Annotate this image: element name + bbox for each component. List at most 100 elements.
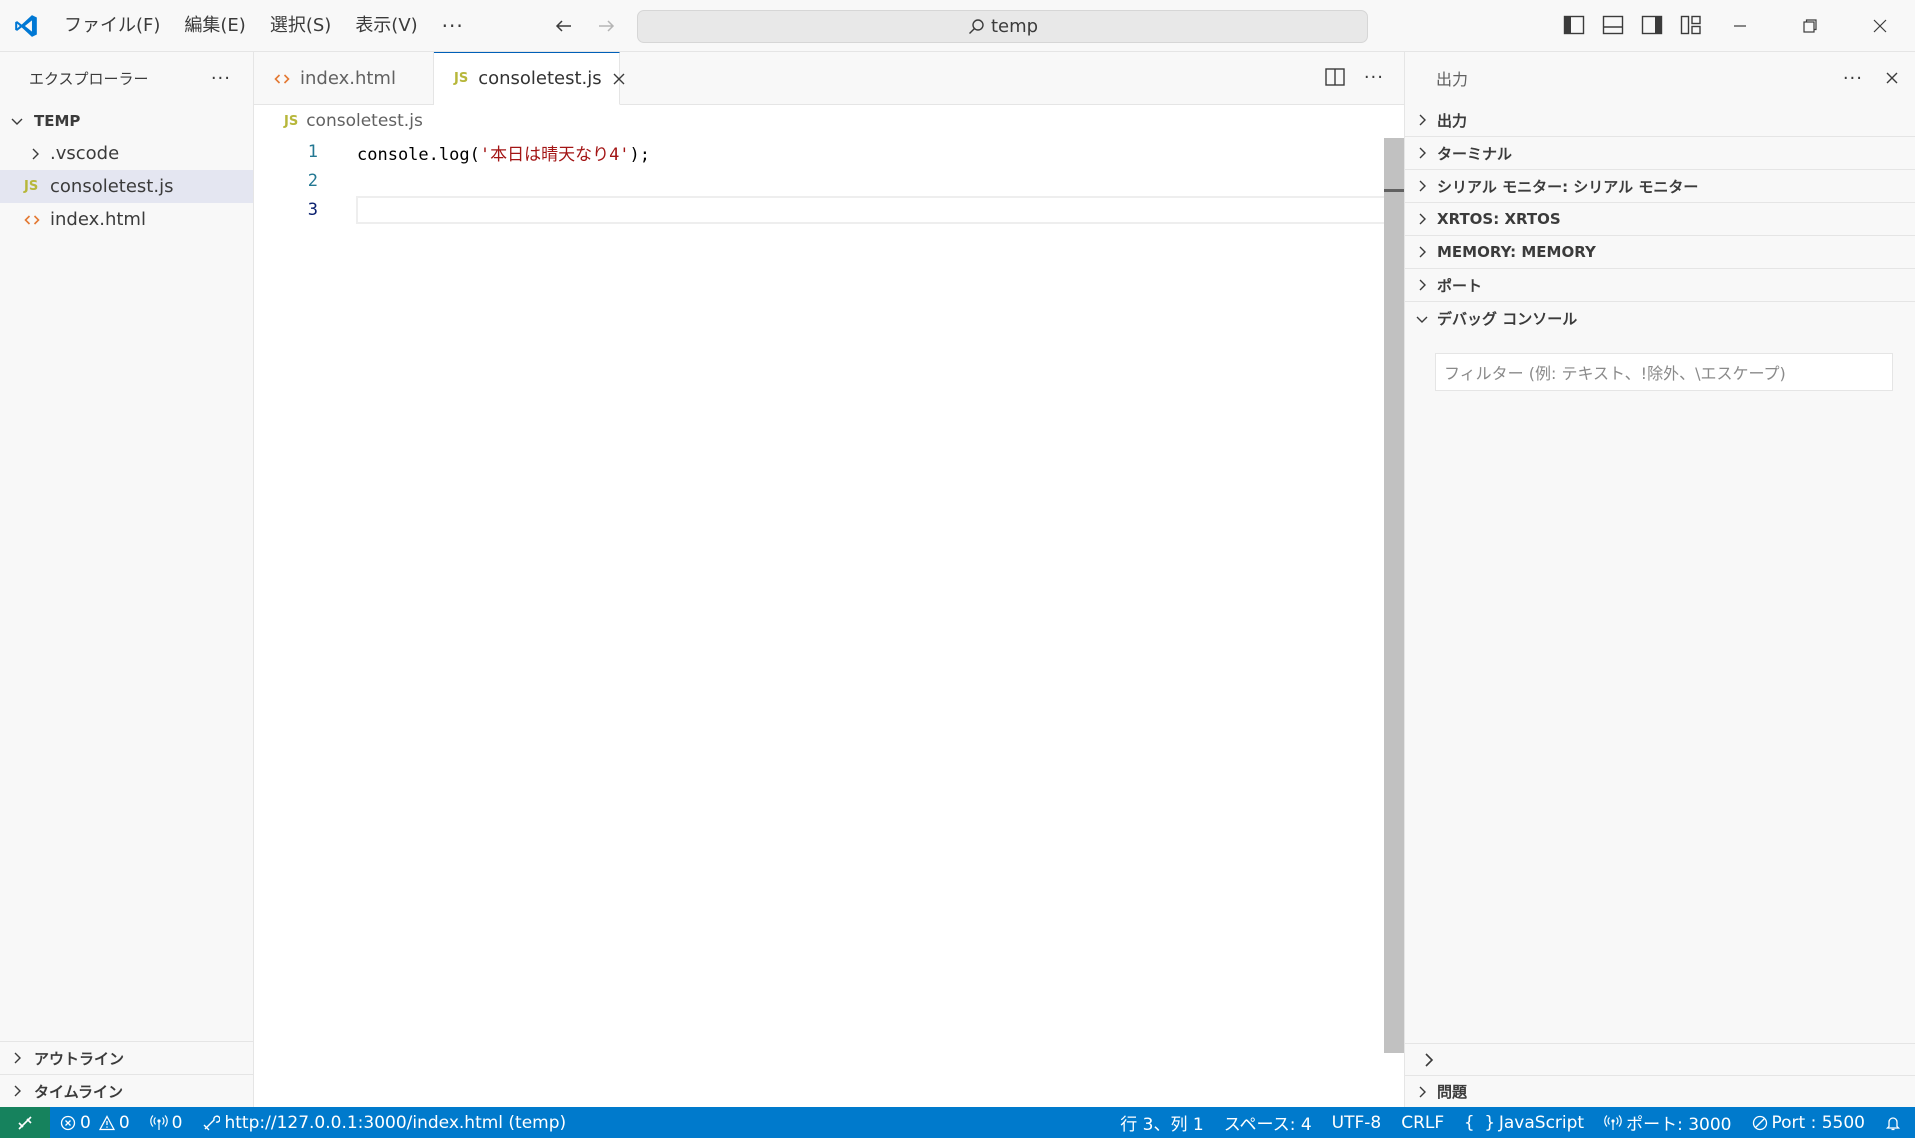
line-number: 3 xyxy=(307,200,318,220)
debug-console-repl-input[interactable] xyxy=(1405,1043,1915,1075)
tab-consoletest-js[interactable]: JS consoletest.js xyxy=(434,52,625,105)
editor-more-button[interactable]: ··· xyxy=(1364,67,1384,88)
warning-icon xyxy=(98,1114,115,1131)
tab-index-html[interactable]: index.html xyxy=(254,52,434,105)
toggle-primary-sidebar-icon[interactable] xyxy=(1562,13,1586,37)
string-token: '本日は晴天なり4' xyxy=(479,144,630,165)
outline-section[interactable]: アウトライン xyxy=(0,1041,253,1074)
command-center-search[interactable]: temp xyxy=(637,10,1368,43)
menu-edit[interactable]: 編集(E) xyxy=(172,8,257,44)
language-label: JavaScript xyxy=(1498,1112,1585,1133)
search-icon xyxy=(967,18,985,36)
toggle-panel-icon[interactable] xyxy=(1601,13,1625,37)
panel-section-terminal[interactable]: ターミナル xyxy=(1405,137,1915,170)
breadcrumb-file[interactable]: consoletest.js xyxy=(306,111,423,131)
tree-item-index-html[interactable]: index.html xyxy=(0,203,253,236)
panel-section-serial-monitor[interactable]: シリアル モニター: シリアル モニター xyxy=(1405,170,1915,203)
folder-root-label: TEMP xyxy=(34,111,81,130)
html-file-icon xyxy=(24,212,52,228)
forwarded-ports-count: 0 xyxy=(171,1112,183,1133)
folder-root[interactable]: TEMP xyxy=(0,104,253,137)
menu-more-button[interactable]: ··· xyxy=(430,8,476,44)
panel-section-xrtos[interactable]: XRTOS: XRTOS xyxy=(1405,203,1915,236)
panel-section-label: ポート xyxy=(1437,276,1483,295)
panel-section-label: ターミナル xyxy=(1437,144,1513,163)
menu-file[interactable]: ファイル(F) xyxy=(52,8,172,44)
panel-section-debug-console[interactable]: デバッグ コンソール xyxy=(1405,302,1915,335)
explorer-more-button[interactable]: ··· xyxy=(211,68,231,89)
tree-item-label: .vscode xyxy=(50,143,120,164)
chevron-right-icon xyxy=(1411,109,1433,131)
menu-view[interactable]: 表示(V) xyxy=(343,8,429,44)
live-preview-status[interactable]: http://127.0.0.1:3000/index.html (temp) xyxy=(192,1107,576,1138)
status-bar: 0 0 0 http://127.0.0.1:3000/index.html (… xyxy=(0,1107,1915,1138)
explorer-sidebar: エクスプローラー ··· TEMP .vscode JS consoletest… xyxy=(0,52,254,1107)
code-text: console.log('本日は晴天なり4'); xyxy=(357,140,650,165)
debug-console-filter-input[interactable]: フィルター (例: テキスト、!除外、\エスケープ) xyxy=(1435,353,1893,391)
eol-status[interactable]: CRLF xyxy=(1391,1107,1454,1138)
indentation-status[interactable]: スペース: 4 xyxy=(1214,1107,1322,1138)
chevron-right-icon xyxy=(24,143,46,165)
minimize-icon[interactable] xyxy=(1705,0,1775,52)
line-number: 2 xyxy=(307,171,318,191)
timeline-section[interactable]: タイムライン xyxy=(0,1074,253,1107)
code-editor[interactable]: 1 console.log('本日は晴天なり4'); 2 3 xyxy=(254,136,1384,1107)
chevron-down-icon xyxy=(1411,308,1433,330)
tree-item-vscode-folder[interactable]: .vscode xyxy=(0,137,253,170)
chevron-right-icon xyxy=(1411,274,1433,296)
close-panel-icon[interactable] xyxy=(1885,71,1899,85)
port-5500-label: Port : 5500 xyxy=(1771,1112,1866,1133)
js-file-icon: JS xyxy=(284,113,299,129)
problems-status[interactable]: 0 0 xyxy=(50,1107,140,1138)
toggle-secondary-sidebar-icon[interactable] xyxy=(1640,13,1664,37)
customize-layout-icon[interactable] xyxy=(1679,13,1703,37)
back-arrow-icon[interactable] xyxy=(550,12,578,40)
js-file-icon: JS xyxy=(454,71,469,86)
panel-section-problems[interactable]: 問題 xyxy=(1405,1075,1915,1107)
tab-label: consoletest.js xyxy=(478,68,602,89)
js-file-icon: JS xyxy=(24,179,39,194)
forwarded-ports-status[interactable]: 0 xyxy=(140,1107,193,1138)
chevron-right-icon xyxy=(1411,241,1433,263)
notifications-bell-icon[interactable] xyxy=(1875,1107,1915,1138)
split-editor-icon[interactable] xyxy=(1324,66,1346,88)
close-icon[interactable] xyxy=(612,68,626,90)
circle-slash-icon xyxy=(1752,1115,1768,1131)
language-mode-status[interactable]: { } JavaScript xyxy=(1454,1107,1594,1138)
tree-item-consoletest-js[interactable]: JS consoletest.js xyxy=(0,170,253,203)
restore-icon[interactable] xyxy=(1775,0,1845,52)
editor-scrollbar[interactable] xyxy=(1384,138,1404,1053)
live-server-icon xyxy=(202,1114,221,1132)
cursor-position-status[interactable]: 行 3、列 1 xyxy=(1110,1107,1213,1138)
code-line: 1 console.log('本日は晴天なり4'); xyxy=(254,138,1384,166)
panel-section-label: 問題 xyxy=(1437,1083,1468,1101)
error-icon xyxy=(60,1115,76,1131)
forward-arrow-icon[interactable] xyxy=(592,12,620,40)
live-preview-url: http://127.0.0.1:3000/index.html (temp) xyxy=(224,1112,567,1133)
chevron-down-icon xyxy=(6,110,28,132)
port-5500-status[interactable]: Port : 5500 xyxy=(1742,1107,1876,1138)
tab-label: index.html xyxy=(300,68,396,89)
braces-icon: { } xyxy=(1464,1112,1495,1133)
chevron-right-icon xyxy=(6,1047,28,1069)
panel-section-output[interactable]: 出力 xyxy=(1405,104,1915,137)
port-3000-status[interactable]: ポート: 3000 xyxy=(1594,1107,1741,1138)
remote-indicator-icon[interactable] xyxy=(0,1107,50,1138)
command-center-label: temp xyxy=(990,16,1039,37)
title-bar: ファイル(F) 編集(E) 選択(S) 表示(V) ··· temp xyxy=(0,0,1915,52)
vscode-logo-icon xyxy=(0,0,52,52)
menu-selection[interactable]: 選択(S) xyxy=(258,8,343,44)
encoding-status[interactable]: UTF-8 xyxy=(1322,1107,1392,1138)
editor-tabs: index.html JS consoletest.js ··· xyxy=(254,52,1404,105)
timeline-label: タイムライン xyxy=(34,1082,123,1101)
panel-title: 出力 xyxy=(1436,70,1469,89)
error-count: 0 xyxy=(80,1112,91,1133)
scrollbar-cursor-marker xyxy=(1384,189,1404,192)
panel-more-button[interactable]: ··· xyxy=(1843,68,1863,89)
close-window-icon[interactable] xyxy=(1845,0,1915,52)
breadcrumb: JS consoletest.js xyxy=(254,106,1404,136)
panel-section-label: MEMORY: MEMORY xyxy=(1437,243,1596,261)
panel-section-ports[interactable]: ポート xyxy=(1405,269,1915,302)
panel-section-memory[interactable]: MEMORY: MEMORY xyxy=(1405,236,1915,269)
panel-section-label: 出力 xyxy=(1437,111,1468,130)
